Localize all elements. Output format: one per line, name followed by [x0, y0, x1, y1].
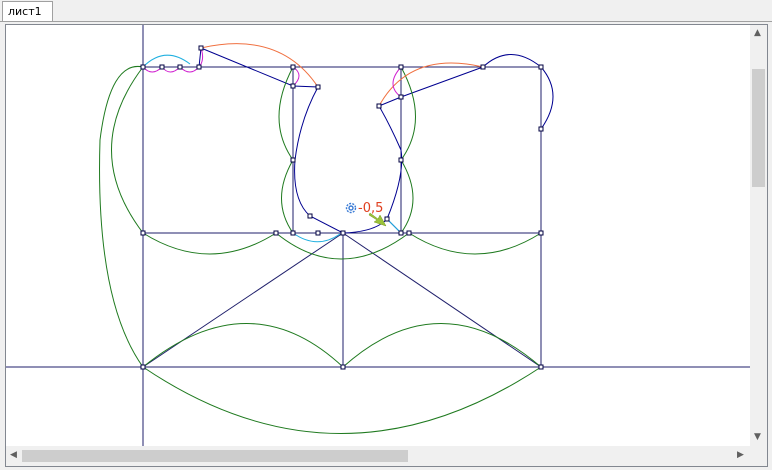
- node-markers: [140, 45, 544, 370]
- construction-lines: [6, 25, 750, 446]
- scroll-right-icon[interactable]: ▶: [737, 451, 744, 460]
- scroll-down-icon[interactable]: ▼: [754, 433, 761, 442]
- scroll-left-icon[interactable]: ◀: [10, 451, 17, 460]
- outer-curves: [99, 65, 542, 434]
- horizontal-scrollbar[interactable]: ◀ ▶: [6, 446, 750, 466]
- scroll-up-icon[interactable]: ▲: [754, 29, 761, 38]
- vertical-scroll-thumb[interactable]: [752, 69, 765, 187]
- sheet-tab-bar: лист1: [0, 0, 772, 22]
- magenta-arcs: [142, 47, 402, 98]
- gear-icon[interactable]: [345, 202, 357, 214]
- horizontal-scroll-thumb[interactable]: [22, 450, 408, 462]
- orange-arcs: [200, 43, 484, 107]
- tab-divider: [0, 21, 772, 22]
- vertical-scrollbar[interactable]: ▲ ▼: [750, 25, 767, 446]
- drawing-canvas[interactable]: -0,5: [6, 25, 750, 446]
- scrollbar-corner: [750, 446, 767, 466]
- tab-sheet1[interactable]: лист1: [2, 1, 53, 22]
